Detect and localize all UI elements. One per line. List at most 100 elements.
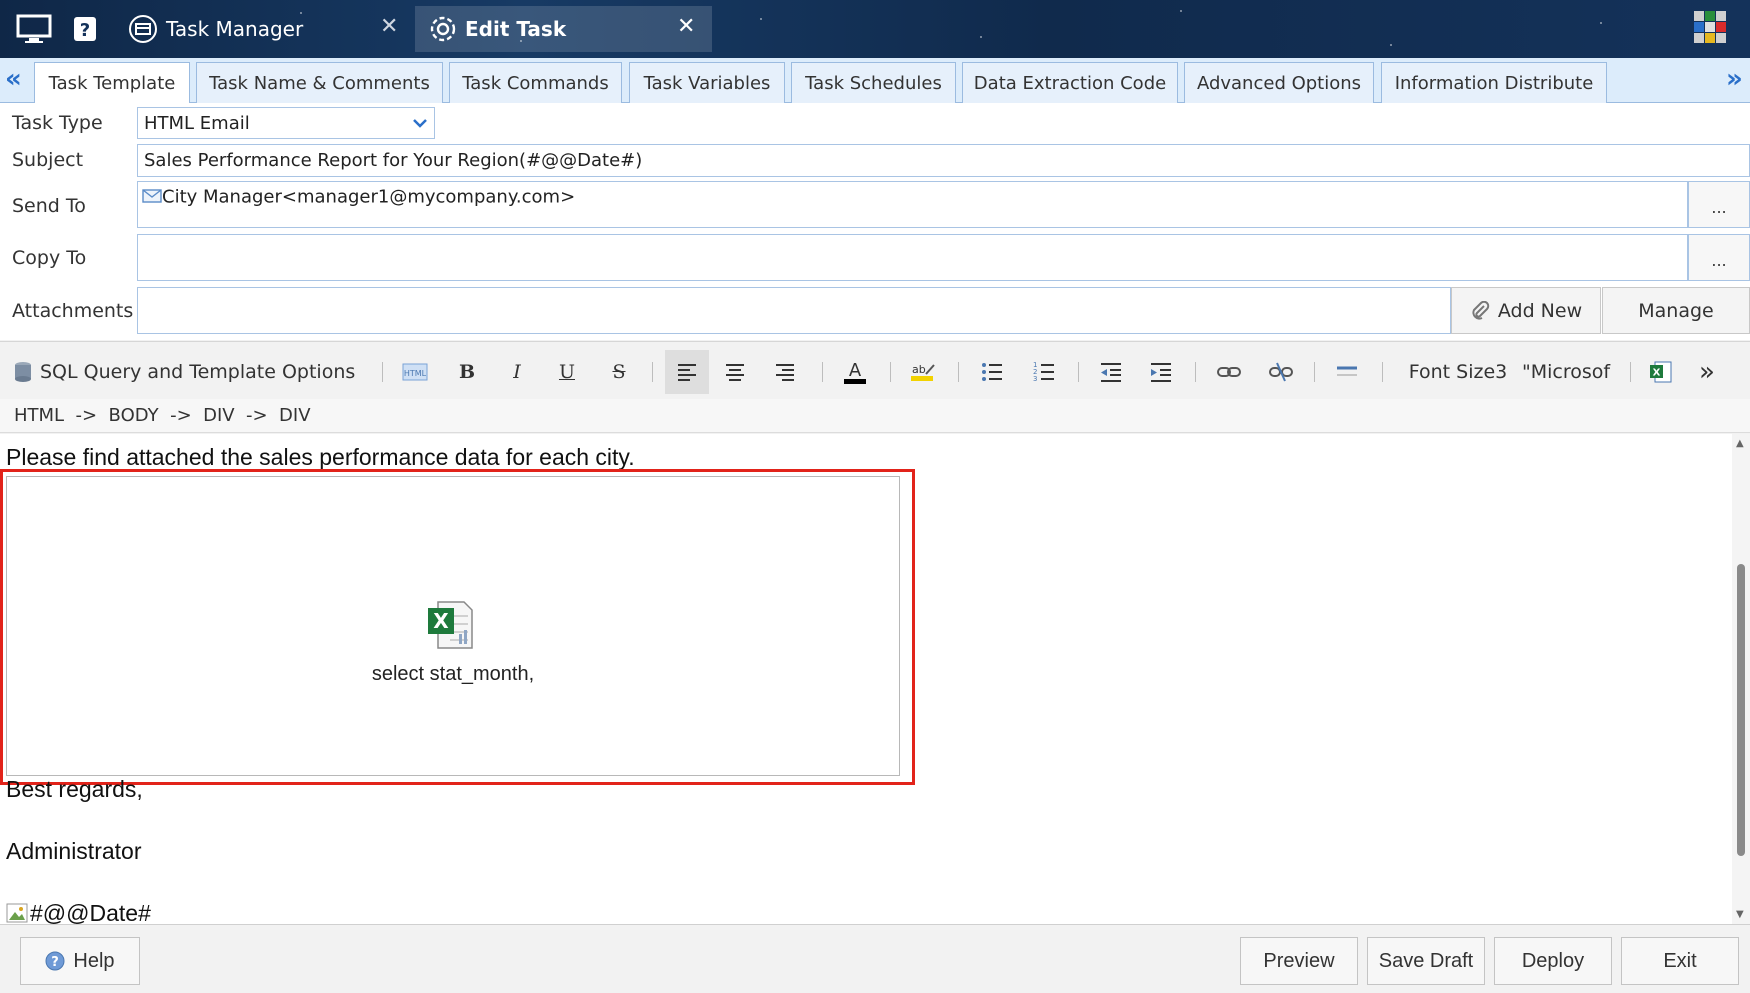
- font-color-icon[interactable]: A: [838, 350, 872, 394]
- excel-icon[interactable]: X: [1644, 350, 1678, 394]
- scrollbar-thumb[interactable]: [1737, 564, 1745, 856]
- close-icon[interactable]: ✕: [677, 14, 695, 39]
- preview-button[interactable]: Preview: [1240, 937, 1358, 985]
- svg-text:?: ?: [80, 20, 90, 41]
- tab-task-variables[interactable]: Task Variables: [629, 62, 785, 103]
- align-center-icon[interactable]: [718, 350, 752, 394]
- tab-advanced-options[interactable]: Advanced Options: [1184, 62, 1374, 103]
- attachments-list[interactable]: [137, 287, 1451, 334]
- tab-edit-task[interactable]: Edit Task ✕: [415, 6, 712, 52]
- send-to-browse-button[interactable]: ...: [1688, 181, 1750, 228]
- toolbar-separator: [890, 362, 891, 382]
- recipient-chip[interactable]: City Manager<manager1@mycompany.com>: [162, 187, 575, 208]
- svg-text:HTML: HTML: [404, 369, 427, 378]
- align-right-icon[interactable]: [768, 350, 802, 394]
- exit-button[interactable]: Exit: [1621, 937, 1739, 985]
- font-size-dropdown[interactable]: Font Size3: [1398, 350, 1518, 394]
- exit-label: Exit: [1663, 949, 1697, 972]
- save-draft-button[interactable]: Save Draft: [1367, 937, 1485, 985]
- outdent-icon[interactable]: [1094, 350, 1128, 394]
- bold-icon[interactable]: B: [450, 350, 484, 394]
- task-type-select[interactable]: HTML Email: [137, 107, 435, 139]
- copy-to-label: Copy To: [12, 247, 87, 269]
- help-button[interactable]: ? Help: [20, 937, 140, 985]
- send-to-input[interactable]: City Manager<manager1@mycompany.com>: [137, 181, 1688, 228]
- more-tools-icon[interactable]: »: [1690, 350, 1724, 394]
- tab-task-name-comments[interactable]: Task Name & Comments: [196, 62, 443, 103]
- send-to-label: Send To: [12, 195, 86, 217]
- highlight-icon[interactable]: ab: [906, 350, 940, 394]
- task-type-value: HTML Email: [144, 112, 250, 134]
- tab-label: Information Distribute: [1394, 72, 1594, 94]
- copy-to-input[interactable]: [137, 234, 1688, 281]
- numbered-list-icon[interactable]: 123: [1027, 350, 1061, 394]
- underline-icon[interactable]: U: [550, 350, 584, 394]
- indent-icon[interactable]: [1144, 350, 1178, 394]
- title-bar: ? Task Manager ✕ Edit Task ✕: [0, 0, 1750, 58]
- svg-text:?: ?: [52, 955, 60, 970]
- help-label: Help: [73, 949, 115, 972]
- editor-toolbar: SQL Query and Template Options HTML B I …: [0, 341, 1750, 399]
- ellipsis-text: ...: [1711, 251, 1727, 270]
- subject-input[interactable]: Sales Performance Report for Your Region…: [137, 144, 1750, 177]
- toolbar-separator: [822, 362, 823, 382]
- tab-task-template[interactable]: Task Template: [34, 62, 190, 104]
- manage-button[interactable]: Manage: [1602, 287, 1750, 334]
- preview-label: Preview: [1263, 949, 1335, 972]
- copy-to-browse-button[interactable]: ...: [1688, 234, 1750, 281]
- task-form: Task Type HTML Email Subject Sales Perfo…: [0, 103, 1750, 340]
- tab-task-manager[interactable]: Task Manager ✕: [124, 6, 409, 52]
- tab-data-extraction-code[interactable]: Data Extraction Code: [962, 62, 1178, 103]
- toolbar-separator: [382, 362, 383, 382]
- close-icon[interactable]: ✕: [380, 14, 398, 39]
- monitor-icon[interactable]: [14, 12, 54, 46]
- add-new-label: Add New: [1497, 299, 1583, 322]
- mail-icon: [142, 187, 162, 208]
- tab-task-schedules[interactable]: Task Schedules: [791, 62, 956, 103]
- italic-icon[interactable]: I: [500, 350, 534, 394]
- deploy-button[interactable]: Deploy: [1494, 937, 1612, 985]
- element-path-breadcrumb: HTML -> BODY -> DIV -> DIV: [0, 399, 1750, 433]
- help-icon[interactable]: ?: [70, 12, 100, 46]
- paperclip-icon: [1470, 300, 1490, 321]
- email-body-editor[interactable]: Please find attached the sales performan…: [0, 434, 1750, 924]
- deploy-label: Deploy: [1521, 949, 1585, 972]
- tab-label: Task Manager: [166, 17, 304, 41]
- toolbar-separator: [1195, 362, 1196, 382]
- task-tab-strip: « Task Template Task Name & Comments Tas…: [0, 58, 1750, 104]
- font-size-label: Font Size3: [1408, 361, 1508, 383]
- scroll-left-icon[interactable]: «: [5, 66, 22, 92]
- add-new-button[interactable]: Add New: [1451, 287, 1601, 334]
- toolbar-separator: [1630, 362, 1631, 382]
- unlink-icon[interactable]: [1264, 350, 1298, 394]
- breadcrumb-text: HTML -> BODY -> DIV -> DIV: [14, 405, 311, 426]
- font-name-dropdown[interactable]: "Microsof: [1522, 350, 1616, 394]
- align-left-icon[interactable]: [665, 350, 709, 394]
- app-logo-icon[interactable]: [1690, 10, 1730, 44]
- tab-label: Task Template: [48, 73, 176, 94]
- tab-task-commands[interactable]: Task Commands: [449, 62, 622, 103]
- tab-information-distribute[interactable]: Information Distribute: [1381, 62, 1607, 103]
- scroll-down-icon[interactable]: ▼: [1736, 909, 1744, 920]
- broken-image[interactable]: #@@Date#: [6, 900, 151, 924]
- bullet-list-icon[interactable]: [975, 350, 1009, 394]
- regards-text: Best regards,: [6, 776, 143, 802]
- sql-options-button[interactable]: SQL Query and Template Options: [12, 350, 362, 394]
- scroll-up-icon[interactable]: ▲: [1736, 438, 1744, 449]
- body-intro-text: Please find attached the sales performan…: [6, 444, 635, 470]
- subject-value: Sales Performance Report for Your Region…: [144, 150, 643, 171]
- save-draft-label: Save Draft: [1378, 949, 1474, 972]
- tab-label: Advanced Options: [1196, 72, 1362, 94]
- font-name-label: "Microsof: [1522, 361, 1611, 383]
- editor-scrollbar[interactable]: ▲ ▼: [1732, 434, 1750, 924]
- html-source-icon[interactable]: HTML: [398, 350, 432, 394]
- tab-label: Task Name & Comments: [209, 72, 430, 94]
- toolbar-separator: [1382, 362, 1383, 382]
- toolbar-separator: [1314, 362, 1315, 382]
- horizontal-rule-icon[interactable]: [1330, 350, 1364, 394]
- gear-icon: [429, 15, 457, 43]
- strikethrough-icon[interactable]: S: [602, 350, 636, 394]
- tab-label: Edit Task: [465, 17, 567, 41]
- scroll-right-icon[interactable]: »: [1726, 66, 1743, 92]
- link-icon[interactable]: [1212, 350, 1246, 394]
